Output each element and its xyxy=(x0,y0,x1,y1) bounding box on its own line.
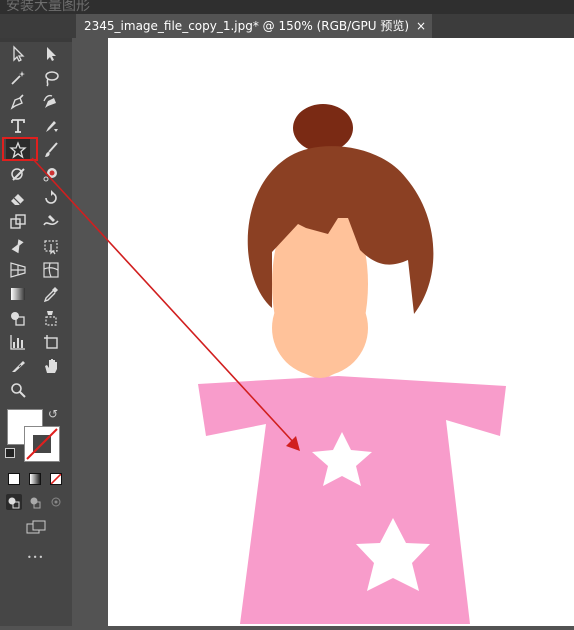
document-tab[interactable]: 2345_image_file_copy_1.jpg* @ 150% (RGB/… xyxy=(76,14,432,38)
mesh-tool-icon[interactable] xyxy=(39,259,63,281)
zoom-tool-icon[interactable] xyxy=(6,379,30,401)
shape-builder-tool-icon[interactable] xyxy=(6,307,30,329)
magic-wand-tool-icon[interactable] xyxy=(6,67,30,89)
live-paint-tool-icon[interactable] xyxy=(39,307,63,329)
free-transform-tool-icon[interactable] xyxy=(39,235,63,257)
document-tab-label: 2345_image_file_copy_1.jpg* @ 150% (RGB/… xyxy=(84,19,410,33)
direct-selection-tool-icon[interactable] xyxy=(39,43,63,65)
star-tool-icon[interactable] xyxy=(6,139,30,161)
none-slash-icon xyxy=(26,428,58,460)
draw-inside-icon[interactable] xyxy=(48,494,64,510)
default-fill-stroke-icon[interactable] xyxy=(5,448,15,458)
line-segment-tool-icon[interactable] xyxy=(39,115,63,137)
draw-behind-icon[interactable] xyxy=(27,494,43,510)
gradient-mode-icon[interactable] xyxy=(29,473,41,485)
artboard-tool-icon[interactable] xyxy=(39,331,63,353)
rotate-tool-icon[interactable] xyxy=(39,187,63,209)
graph-tool-icon[interactable] xyxy=(6,331,30,353)
gradient-tool-icon[interactable] xyxy=(6,283,30,305)
type-tool-icon[interactable] xyxy=(6,115,30,137)
tools-panel-grip[interactable] xyxy=(0,38,72,42)
hair-bun-shape xyxy=(293,104,353,152)
close-tab-icon[interactable]: × xyxy=(416,14,426,38)
tools-panel: ↺ ••• xyxy=(0,38,72,626)
artboard[interactable] xyxy=(108,38,574,626)
window-title: 安装大量图形 xyxy=(6,0,90,14)
document-tab-bar: 2345_image_file_copy_1.jpg* @ 150% (RGB/… xyxy=(0,14,574,38)
none-mode-icon[interactable] xyxy=(50,473,62,485)
face-lower-shape xyxy=(272,280,368,376)
screen-mode-icon[interactable] xyxy=(26,520,46,536)
curvature-tool-icon[interactable] xyxy=(39,91,63,113)
shaper-tool-icon[interactable] xyxy=(6,163,30,185)
stroke-swatch[interactable] xyxy=(24,426,60,462)
selection-tool-icon[interactable] xyxy=(6,43,30,65)
blob-brush-tool-icon[interactable] xyxy=(39,163,63,185)
paintbrush-tool-icon[interactable] xyxy=(39,139,63,161)
window-title-bar: 安装大量图形 xyxy=(0,0,574,14)
puppet-warp-tool-icon[interactable] xyxy=(6,235,30,257)
color-mode-icon[interactable] xyxy=(8,473,20,485)
lasso-tool-icon[interactable] xyxy=(39,67,63,89)
illustration xyxy=(198,104,506,624)
canvas-area[interactable] xyxy=(76,38,574,626)
edit-toolbar-button[interactable]: ••• xyxy=(27,553,44,562)
slice-tool-icon[interactable] xyxy=(6,355,30,377)
scale-tool-icon[interactable] xyxy=(6,211,30,233)
warp-tool-icon[interactable] xyxy=(39,211,63,233)
perspective-grid-tool-icon[interactable] xyxy=(6,259,30,281)
draw-normal-icon[interactable] xyxy=(6,494,22,510)
hand-tool-icon[interactable] xyxy=(39,355,63,377)
swap-fill-stroke-icon[interactable]: ↺ xyxy=(48,407,58,421)
eraser-tool-icon[interactable] xyxy=(6,187,30,209)
dress-shape xyxy=(198,376,506,624)
eyedropper-tool-icon[interactable] xyxy=(39,283,63,305)
pen-tool-icon[interactable] xyxy=(6,91,30,113)
